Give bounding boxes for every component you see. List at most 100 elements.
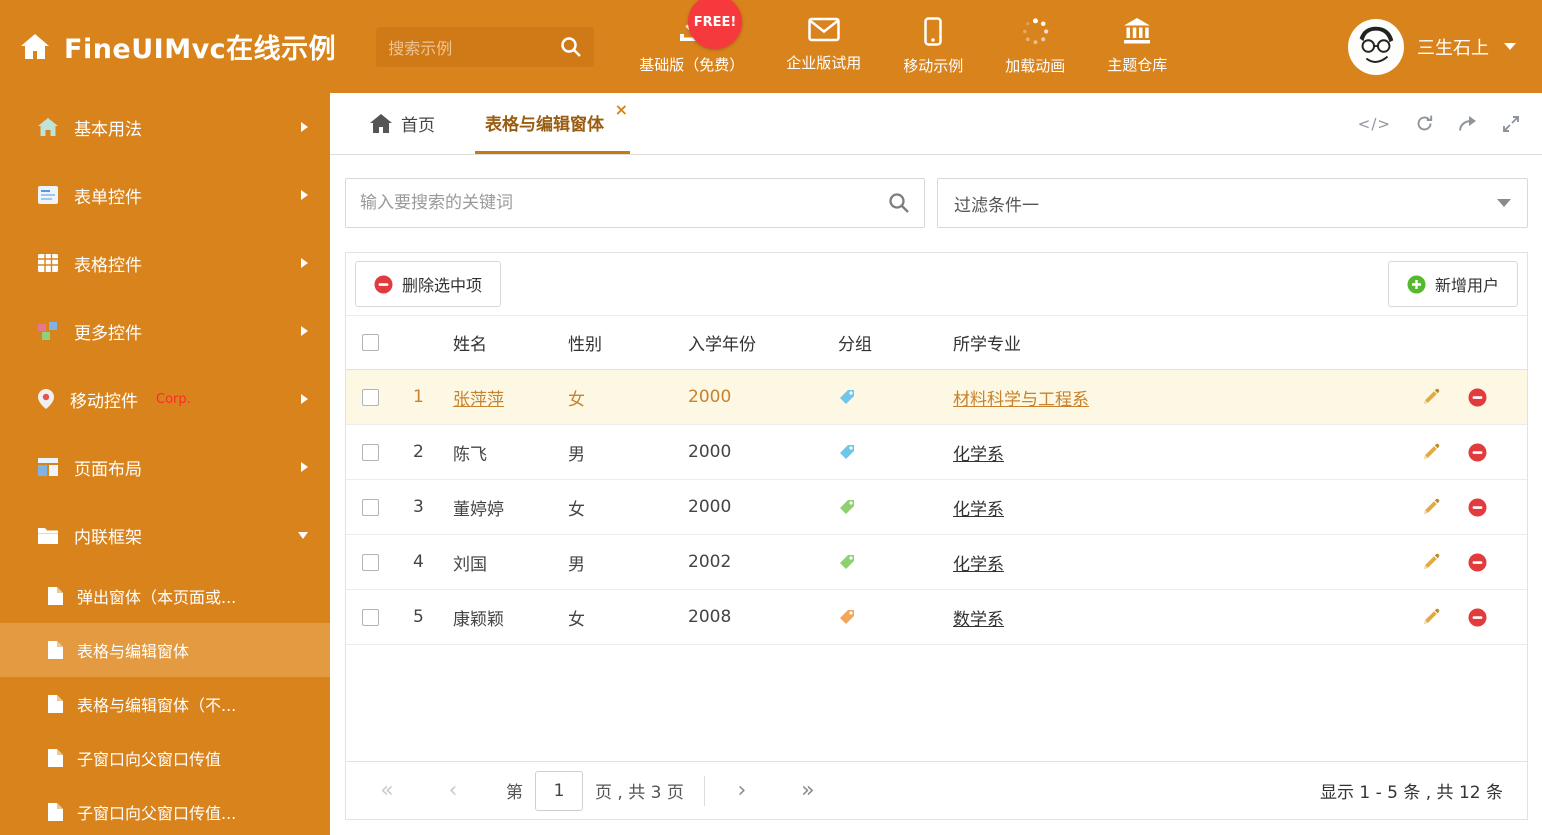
- top-header: FineUIMvc在线示例 搜索示例 FREE! 基础版（免费） 企业版试用 移…: [0, 0, 1542, 93]
- delete-minus-icon[interactable]: [1468, 443, 1487, 462]
- table-row[interactable]: 1 张萍萍 女 2000 材料科学与工程系: [346, 370, 1527, 425]
- edit-pencil-icon[interactable]: [1422, 388, 1440, 406]
- plus-circle-icon: [1407, 275, 1426, 294]
- cell-name: 董婷婷: [453, 499, 504, 520]
- nav-theme-store[interactable]: 主题仓库: [1086, 17, 1188, 76]
- prev-page-button[interactable]: ‹: [436, 778, 470, 803]
- sidebar-item-form-controls[interactable]: 表单控件: [0, 161, 330, 229]
- refresh-icon[interactable]: [1415, 114, 1434, 133]
- chevron-down-icon: [1504, 43, 1516, 50]
- major-link[interactable]: 化学系: [953, 555, 1004, 575]
- sidebar-item-basic-usage[interactable]: 基本用法: [0, 93, 330, 161]
- page-label-total: 页 , 共 3 页: [595, 783, 684, 803]
- sidebar-subitem-grid-edit-window-2[interactable]: 表格与编辑窗体（不...: [0, 677, 330, 731]
- row-number: 4: [413, 552, 424, 572]
- edit-pencil-icon[interactable]: [1422, 608, 1440, 626]
- nav-label: 主题仓库: [1107, 56, 1168, 74]
- last-page-button[interactable]: »: [791, 778, 825, 803]
- tab-grid-edit-window[interactable]: 表格与编辑窗体 ×: [475, 93, 630, 154]
- fullscreen-icon[interactable]: [1502, 115, 1520, 133]
- app-logo[interactable]: FineUIMvc在线示例: [20, 27, 336, 66]
- add-user-button[interactable]: 新增用户: [1387, 261, 1518, 307]
- cell-year: 2002: [688, 552, 732, 572]
- nav-enterprise-trial[interactable]: 企业版试用: [765, 17, 882, 76]
- tag-icon: [826, 498, 941, 516]
- pagination-bar: « ‹ 第 页 , 共 3 页 › » 显示 1 - 5 条 , 共 12 条: [346, 761, 1527, 819]
- chevron-right-icon: [301, 462, 308, 472]
- delete-minus-icon[interactable]: [1468, 388, 1487, 407]
- row-checkbox[interactable]: [362, 388, 379, 406]
- header-search-input[interactable]: 搜索示例: [376, 26, 595, 67]
- layout-icon: [38, 458, 58, 476]
- app-window: FineUIMvc在线示例 搜索示例 FREE! 基础版（免费） 企业版试用 移…: [0, 0, 1542, 835]
- code-icon[interactable]: </>: [1358, 115, 1391, 133]
- chevron-right-icon: [301, 122, 308, 132]
- table-row[interactable]: 3 董婷婷 女 2000 化学系: [346, 480, 1527, 535]
- major-link[interactable]: 化学系: [953, 445, 1004, 465]
- row-checkbox[interactable]: [362, 608, 379, 626]
- edit-pencil-icon[interactable]: [1422, 553, 1440, 571]
- major-link[interactable]: 数学系: [953, 610, 1004, 630]
- filter-row: 过滤条件一: [345, 178, 1528, 228]
- table-row[interactable]: 5 康颖颖 女 2008 数学系: [346, 590, 1527, 645]
- col-header-major[interactable]: 所学专业: [941, 330, 1372, 355]
- row-checkbox[interactable]: [362, 553, 379, 571]
- major-link[interactable]: 材料科学与工程系: [953, 390, 1089, 410]
- delete-minus-icon[interactable]: [1468, 608, 1487, 627]
- tab-home[interactable]: 首页: [360, 93, 445, 154]
- row-number: 5: [413, 607, 424, 627]
- sidebar-subitem-popup-window[interactable]: 弹出窗体（本页面或...: [0, 569, 330, 623]
- corp-badge: Corp.: [156, 391, 191, 407]
- delete-selected-button[interactable]: 删除选中项: [355, 261, 502, 307]
- username: 三生石上: [1417, 37, 1489, 59]
- page-number-input[interactable]: [535, 770, 583, 811]
- sidebar-item-page-layout[interactable]: 页面布局: [0, 433, 330, 501]
- table-row[interactable]: 4 刘国 男 2002 化学系: [346, 535, 1527, 590]
- cell-year: 2000: [688, 387, 732, 407]
- nav-label: 加载动画: [1005, 57, 1066, 75]
- user-menu[interactable]: 三生石上: [1348, 18, 1516, 75]
- tag-icon: [826, 553, 941, 571]
- sidebar-item-mobile-controls[interactable]: 移动控件 Corp.: [0, 365, 330, 433]
- keyword-search-input[interactable]: [360, 193, 888, 213]
- select-all-checkbox[interactable]: [362, 334, 379, 351]
- keyword-search-field: [345, 178, 925, 228]
- header-search-placeholder: 搜索示例: [388, 38, 453, 58]
- table-header-row: 姓名 性别 入学年份 分组 所学专业: [346, 315, 1527, 370]
- sidebar-item-more-controls[interactable]: 更多控件: [0, 297, 330, 365]
- sidebar-subitem-child-to-parent-2[interactable]: 子窗口向父窗口传值...: [0, 785, 330, 835]
- table-row[interactable]: 2 陈飞 男 2000 化学系: [346, 425, 1527, 480]
- share-icon[interactable]: [1458, 115, 1478, 132]
- nav-loading-animation[interactable]: 加载动画: [984, 17, 1086, 76]
- row-number: 3: [413, 497, 424, 517]
- close-icon[interactable]: ×: [615, 102, 628, 118]
- col-header-year[interactable]: 入学年份: [676, 330, 826, 355]
- next-page-button[interactable]: ›: [725, 778, 759, 803]
- sidebar-item-inline-frame[interactable]: 内联框架: [0, 501, 330, 569]
- cell-name: 刘国: [453, 554, 487, 575]
- page-label-prefix: 第: [506, 783, 523, 803]
- edit-pencil-icon[interactable]: [1422, 498, 1440, 516]
- row-checkbox[interactable]: [362, 498, 379, 516]
- filter-dropdown[interactable]: 过滤条件一: [937, 178, 1528, 228]
- major-link[interactable]: 化学系: [953, 500, 1004, 520]
- form-icon: [38, 186, 58, 204]
- col-header-name[interactable]: 姓名: [441, 330, 556, 355]
- chevron-down-icon: [298, 531, 308, 539]
- edit-pencil-icon[interactable]: [1422, 443, 1440, 461]
- col-header-group[interactable]: 分组: [826, 330, 941, 355]
- col-header-gender[interactable]: 性别: [556, 330, 676, 355]
- sidebar-item-grid-controls[interactable]: 表格控件: [0, 229, 330, 297]
- sidebar-subitem-grid-edit-window[interactable]: 表格与编辑窗体: [0, 623, 330, 677]
- search-icon[interactable]: [560, 36, 582, 58]
- file-icon: [48, 587, 63, 605]
- delete-minus-icon[interactable]: [1468, 553, 1487, 572]
- home-icon: [370, 114, 392, 133]
- nav-mobile-demo[interactable]: 移动示例: [882, 17, 984, 76]
- grid-toolbar: 删除选中项 新增用户: [346, 253, 1527, 315]
- search-icon[interactable]: [888, 192, 910, 214]
- row-checkbox[interactable]: [362, 443, 379, 461]
- delete-minus-icon[interactable]: [1468, 498, 1487, 517]
- sidebar-subitem-child-to-parent[interactable]: 子窗口向父窗口传值: [0, 731, 330, 785]
- first-page-button[interactable]: «: [370, 778, 404, 803]
